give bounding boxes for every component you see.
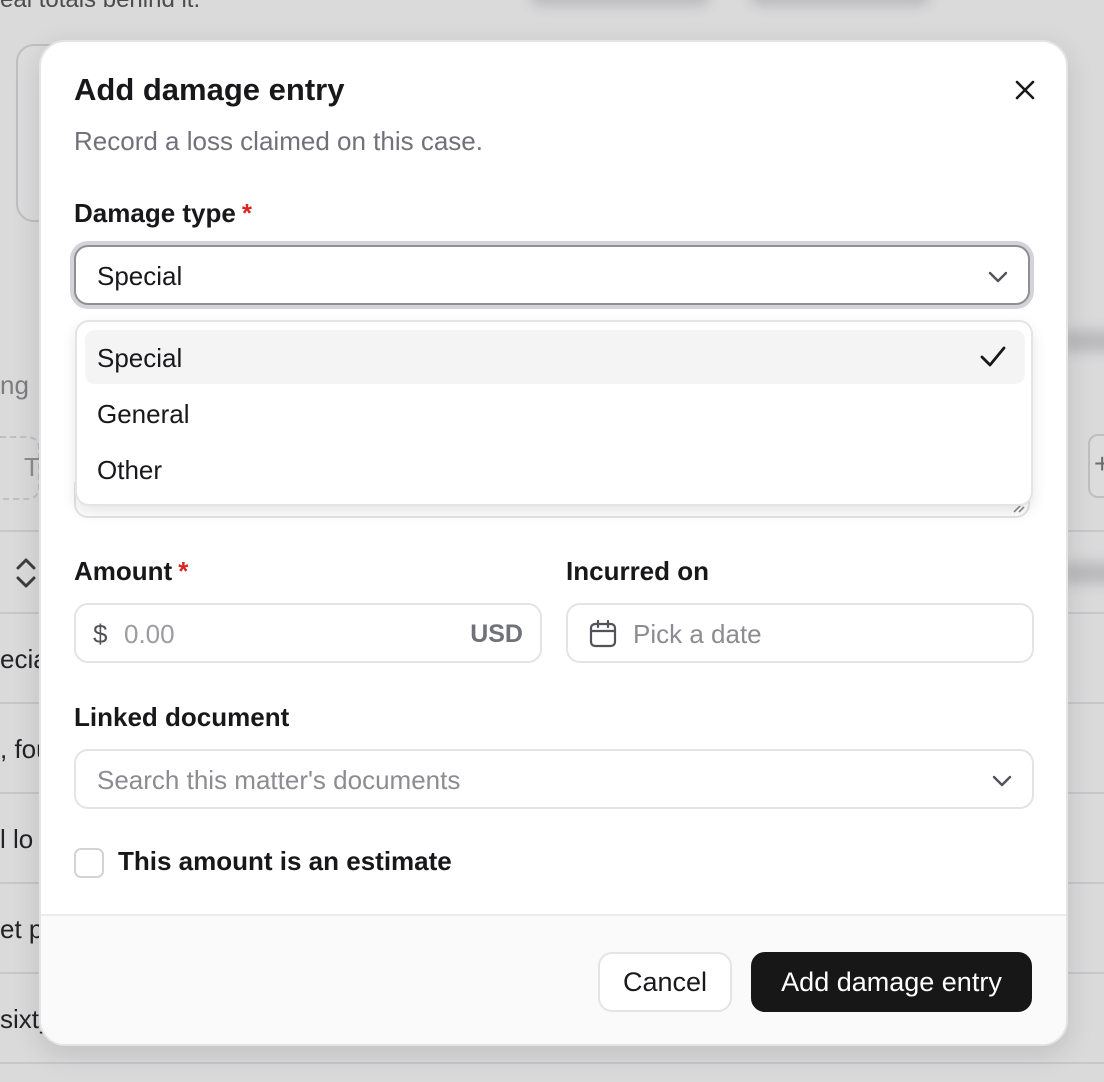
add-damage-entry-button[interactable]: Add damage entry	[751, 952, 1032, 1012]
damage-type-label-text: Damage type	[74, 198, 236, 228]
linked-document-label: Linked document	[74, 702, 290, 732]
background-blurred-control	[750, 0, 930, 6]
damage-type-dropdown: Special General Other	[75, 320, 1033, 506]
dialog-footer: Cancel Add damage entry	[41, 914, 1066, 1044]
cancel-button[interactable]: Cancel	[598, 952, 732, 1012]
option-label: General	[97, 399, 190, 429]
chevron-down-icon	[988, 271, 1008, 283]
background-search-text: T	[24, 452, 40, 482]
estimate-checkbox-label[interactable]: This amount is an estimate	[118, 846, 452, 877]
estimate-checkbox[interactable]	[74, 848, 104, 878]
close-icon	[1015, 80, 1035, 100]
option-special[interactable]: Special	[85, 330, 1025, 384]
sort-icon	[16, 558, 36, 588]
option-label: Other	[97, 455, 163, 485]
amount-field: $ USD	[74, 603, 542, 663]
damage-type-select[interactable]: Special	[74, 245, 1030, 305]
damage-type-selected-value: Special	[97, 261, 183, 291]
incurred-on-date-picker[interactable]: Pick a date	[566, 603, 1034, 663]
table-cell: et p	[0, 914, 44, 944]
incurred-on-label: Incurred on	[566, 556, 710, 586]
calendar-icon	[589, 619, 617, 648]
close-button[interactable]	[1005, 70, 1045, 110]
option-general[interactable]: General	[85, 386, 1025, 440]
table-cell: l lo	[0, 824, 34, 854]
required-mark: *	[241, 198, 252, 228]
option-other[interactable]: Other	[85, 442, 1025, 496]
amount-label: Amount *	[74, 556, 188, 587]
required-mark: *	[178, 556, 189, 586]
dialog-description: Record a loss claimed on this case.	[74, 126, 483, 156]
background-blurred-control	[530, 0, 710, 6]
document-search-placeholder: Search this matter's documents	[97, 765, 461, 795]
option-label: Special	[97, 343, 183, 373]
amount-label-text: Amount	[74, 556, 173, 586]
chevron-down-icon	[992, 775, 1012, 787]
linked-document-combobox[interactable]: Search this matter's documents	[74, 749, 1034, 809]
currency-symbol: $	[93, 619, 108, 649]
dialog-title: Add damage entry	[74, 72, 345, 107]
background-add-button: +	[1088, 434, 1104, 498]
background-blurred-control	[1062, 330, 1104, 352]
damage-type-label: Damage type *	[74, 198, 252, 229]
check-icon	[980, 346, 1006, 367]
background-section-label: ng	[0, 370, 29, 400]
table-divider	[0, 1062, 1104, 1064]
amount-input[interactable]	[122, 615, 426, 653]
background-text: eal totals behind it.	[0, 0, 200, 14]
currency-code: USD	[470, 620, 523, 648]
background-blurred-control	[1062, 562, 1104, 584]
add-damage-entry-dialog: Add damage entry Record a loss claimed o…	[39, 40, 1068, 1046]
date-placeholder: Pick a date	[633, 619, 762, 649]
